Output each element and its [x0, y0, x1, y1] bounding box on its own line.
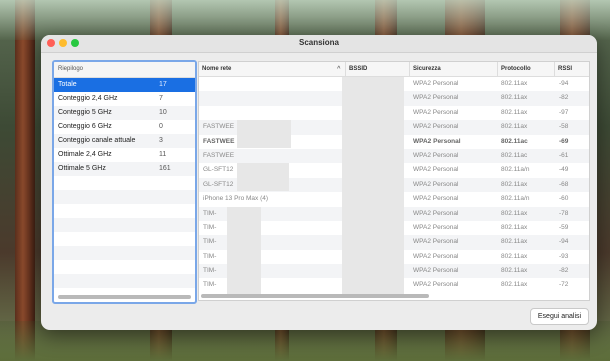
- summary-empty-row: [54, 246, 195, 260]
- network-name-cell: TIM-: [203, 209, 217, 217]
- security-cell: WPA2 Personal: [413, 108, 459, 116]
- summary-empty-row: [54, 274, 195, 288]
- summary-item[interactable]: Conteggio 5 GHz 10: [54, 106, 195, 120]
- security-cell: WPA2 Personal: [413, 137, 461, 145]
- table-header: Nome rete ^ BSSID Sicurezza Protocollo R…: [199, 62, 589, 77]
- summary-item-label: Ottimale 5 GHz: [58, 165, 106, 172]
- network-name-cell: iPhone 13 Pro Max (4): [203, 195, 269, 203]
- summary-item-value: 10: [159, 109, 167, 116]
- summary-item-label: Conteggio canale attuale: [58, 137, 136, 144]
- security-cell: WPA2 Personal: [413, 223, 459, 231]
- summary-item-value: 11: [159, 151, 167, 158]
- security-cell: WPA2 Personal: [413, 252, 459, 260]
- summary-item[interactable]: Ottimale 5 GHz 161: [54, 162, 195, 176]
- rssi-cell: -61: [559, 151, 569, 159]
- window-title: Scansiona: [298, 38, 339, 47]
- summary-scrollbar[interactable]: [58, 295, 191, 299]
- summary-item[interactable]: Conteggio 2,4 GHz 7: [54, 92, 195, 106]
- summary-item-value: 161: [159, 165, 171, 172]
- rssi-cell: -68: [559, 180, 569, 188]
- summary-item-label: Totale: [58, 81, 77, 88]
- summary-empty-row: [54, 260, 195, 274]
- rssi-cell: -59: [559, 223, 569, 231]
- summary-item-label: Ottimale 2,4 GHz: [58, 151, 112, 158]
- rssi-cell: -78: [559, 209, 569, 217]
- summary-item[interactable]: Ottimale 2,4 GHz 11: [54, 148, 195, 162]
- summary-empty-row: [54, 218, 195, 232]
- summary-item-label: Conteggio 6 GHz: [58, 123, 112, 130]
- rssi-cell: -97: [559, 108, 569, 116]
- column-header-bssid[interactable]: BSSID: [345, 62, 413, 76]
- rssi-cell: -49: [559, 166, 569, 174]
- network-name-cell: TIM-: [203, 238, 217, 246]
- security-cell: WPA2 Personal: [413, 180, 459, 188]
- rssi-cell: -94: [559, 238, 569, 246]
- summary-item-label: Conteggio 5 GHz: [58, 109, 112, 116]
- network-name-cell: TIM-: [203, 252, 217, 260]
- rssi-cell: -82: [559, 267, 569, 275]
- rssi-cell: -72: [559, 281, 569, 289]
- rssi-cell: -94: [559, 80, 569, 87]
- scan-window: Scansiona Riepilogo Totale 17 Conteggio 2,…: [41, 35, 597, 330]
- summary-item[interactable]: Conteggio canale attuale 3: [54, 134, 195, 148]
- column-header-protocol[interactable]: Protocollo: [497, 62, 558, 76]
- title-bar: Scansiona: [41, 35, 597, 53]
- column-header-security[interactable]: Sicurezza: [409, 62, 501, 76]
- redacted-bssid-column: [342, 77, 404, 294]
- summary-panel[interactable]: Riepilogo Totale 17 Conteggio 2,4 GHz 7 Cont…: [52, 60, 197, 304]
- redacted-network-name-block: [237, 163, 289, 191]
- rssi-cell: -60: [559, 195, 569, 203]
- summary-item-value: 3: [159, 137, 163, 144]
- summary-item[interactable]: Totale 17: [54, 78, 195, 92]
- networks-table: Nome rete ^ BSSID Sicurezza Protocollo R…: [198, 61, 590, 301]
- network-name-cell: FASTWEE: [203, 151, 235, 159]
- redacted-network-name-block: [237, 120, 291, 148]
- security-cell: WPA2 Personal: [413, 281, 459, 289]
- summary-list: Totale 17 Conteggio 2,4 GHz 7 Conteggio 5 GH…: [54, 78, 195, 288]
- rssi-cell: -58: [559, 123, 569, 131]
- summary-empty-row: [54, 176, 195, 190]
- summary-empty-row: [54, 204, 195, 218]
- table-horizontal-scrollbar[interactable]: [201, 294, 429, 298]
- rssi-cell: -82: [559, 94, 569, 102]
- summary-item-label: Conteggio 2,4 GHz: [58, 95, 118, 102]
- summary-header: Riepilogo: [54, 62, 195, 78]
- security-cell: WPA2 Personal: [413, 80, 459, 87]
- network-name-cell: TIM-: [203, 281, 217, 289]
- rssi-cell: -69: [559, 137, 569, 145]
- security-cell: WPA2 Personal: [413, 267, 459, 275]
- sort-chevron-up-icon: ^: [337, 66, 341, 72]
- summary-item-value: 17: [159, 81, 167, 88]
- security-cell: WPA2 Personal: [413, 94, 459, 102]
- security-cell: WPA2 Personal: [413, 123, 459, 131]
- summary-item-value: 7: [159, 95, 163, 102]
- security-cell: WPA2 Personal: [413, 238, 459, 246]
- column-header-rssi[interactable]: RSSI: [554, 62, 589, 76]
- summary-item[interactable]: Conteggio 6 GHz 0: [54, 120, 195, 134]
- redacted-network-name-block: [227, 207, 261, 294]
- security-cell: WPA2 Personal: [413, 151, 459, 159]
- security-cell: WPA2 Personal: [413, 166, 459, 174]
- column-header-network-name[interactable]: Nome rete: [199, 62, 348, 76]
- table-body: WPA2 Personal 802.11ax -94 WPA2 Personal 802…: [199, 77, 589, 294]
- security-cell: WPA2 Personal: [413, 195, 459, 203]
- summary-empty-row: [54, 190, 195, 204]
- network-name-cell: TIM-: [203, 223, 217, 231]
- summary-item-value: 0: [159, 123, 163, 130]
- summary-empty-row: [54, 232, 195, 246]
- security-cell: WPA2 Personal: [413, 209, 459, 217]
- rssi-cell: -93: [559, 252, 569, 260]
- run-scan-button[interactable]: Esegui analisi: [530, 308, 589, 325]
- network-name-cell: TIM-: [203, 267, 217, 275]
